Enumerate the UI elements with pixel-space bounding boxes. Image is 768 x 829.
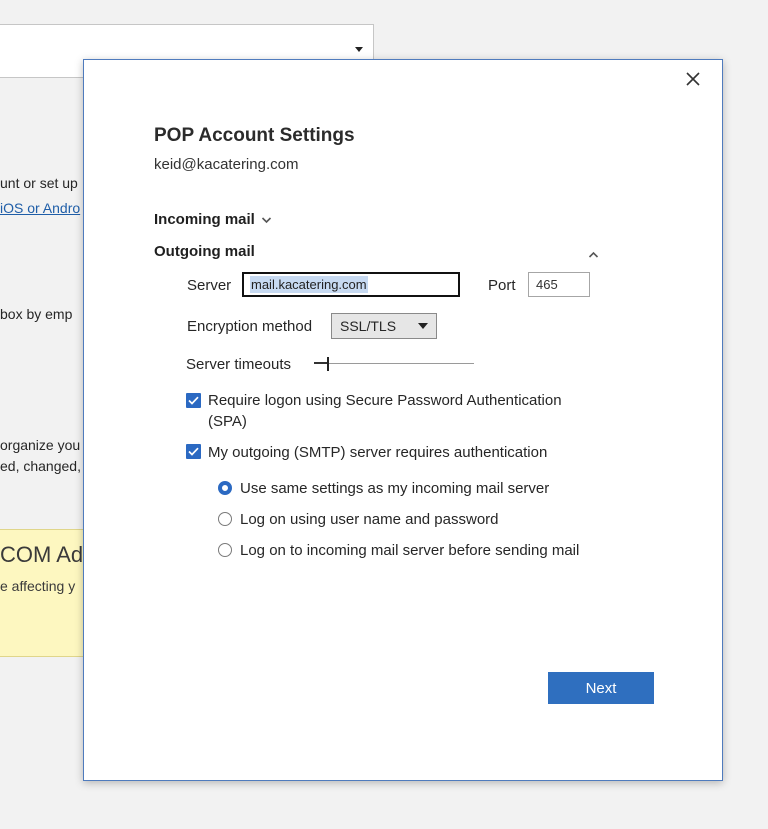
account-email: keid@kacatering.com xyxy=(154,156,299,173)
background-text-line: ed, changed, xyxy=(0,458,81,474)
server-input[interactable]: mail.kacatering.com xyxy=(242,272,460,297)
background-text-line: unt or set up xyxy=(0,175,78,191)
dialog-title: POP Account Settings xyxy=(154,125,355,146)
pop-account-settings-dialog: POP Account Settings keid@kacatering.com… xyxy=(83,59,723,781)
spa-checkbox-label: Require logon using Secure Password Auth… xyxy=(208,392,562,430)
collapse-outgoing-button[interactable] xyxy=(588,246,599,264)
background-link[interactable]: iOS or Andro xyxy=(0,200,80,216)
outgoing-mail-section-header[interactable]: Outgoing mail xyxy=(154,243,255,260)
encryption-method-label: Encryption method xyxy=(187,318,313,335)
smtp-auth-checkbox-label: My outgoing (SMTP) server requires authe… xyxy=(208,444,548,461)
background-text-line: box by emp xyxy=(0,306,73,322)
background-banner-title: COM Ad xyxy=(0,542,84,567)
encryption-method-select[interactable]: SSL/TLS xyxy=(331,313,437,339)
close-button[interactable] xyxy=(682,68,704,90)
smtp-auth-checkbox[interactable] xyxy=(186,444,201,459)
radio-username-password-label: Log on using user name and password xyxy=(240,511,499,528)
spa-checkbox[interactable] xyxy=(186,393,201,408)
port-input[interactable]: 465 xyxy=(528,272,590,297)
background-banner-text: e affecting y xyxy=(0,578,76,594)
incoming-mail-section-toggle[interactable]: Incoming mail xyxy=(154,211,272,228)
radio-same-settings[interactable] xyxy=(218,481,232,495)
server-label: Server xyxy=(187,277,232,294)
slider-thumb[interactable] xyxy=(327,357,329,371)
background-text-line: organize you xyxy=(0,437,81,453)
next-button[interactable]: Next xyxy=(548,672,654,704)
encryption-method-value: SSL/TLS xyxy=(340,318,397,334)
slider-track xyxy=(314,363,474,364)
checkmark-icon xyxy=(188,447,199,456)
dropdown-caret-icon xyxy=(355,47,363,52)
radio-incoming-before-sending-label: Log on to incoming mail server before se… xyxy=(240,542,580,559)
checkmark-icon xyxy=(188,396,199,405)
server-timeouts-label: Server timeouts xyxy=(186,356,292,373)
incoming-mail-label: Incoming mail xyxy=(154,211,255,228)
port-input-value: 465 xyxy=(536,277,558,292)
close-icon xyxy=(686,72,700,86)
outgoing-mail-label: Outgoing mail xyxy=(154,243,255,260)
radio-incoming-before-sending[interactable] xyxy=(218,543,232,557)
chevron-down-icon xyxy=(261,216,271,223)
radio-username-password[interactable] xyxy=(218,512,232,526)
chevron-up-icon xyxy=(588,251,599,258)
server-timeouts-slider[interactable] xyxy=(314,354,474,374)
server-input-value: mail.kacatering.com xyxy=(250,276,368,293)
radio-same-settings-label: Use same settings as my incoming mail se… xyxy=(240,480,550,497)
dropdown-arrow-icon xyxy=(418,323,428,329)
port-label: Port xyxy=(488,277,516,294)
slider-fill xyxy=(314,362,327,364)
